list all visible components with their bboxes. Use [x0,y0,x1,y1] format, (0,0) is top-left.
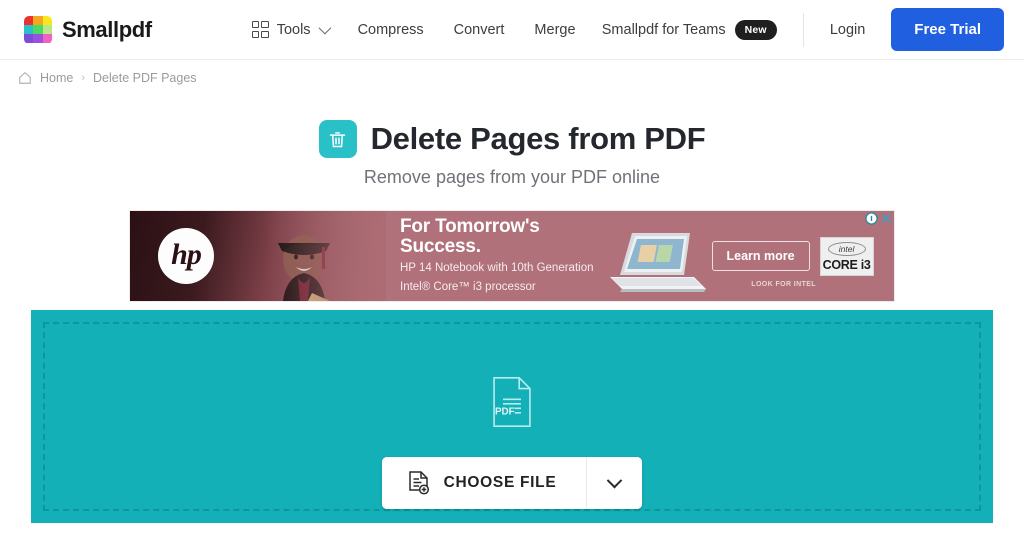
ad-body-line1: HP 14 Notebook with 10th Generation [400,261,594,274]
hero-section: Delete Pages from PDF Remove pages from … [0,120,1024,188]
trash-can-icon [318,120,357,158]
choose-file-group: CHOOSE FILE [381,457,643,509]
nav-item-tools[interactable]: Tools [251,21,331,38]
choose-file-dropdown-button[interactable] [586,457,643,509]
ad-headline-line2: Success. [400,235,481,257]
home-icon [19,71,31,84]
header-divider [802,12,804,47]
close-icon[interactable] [880,212,893,225]
ad-look-for-intel-text: LOOK FOR INTEL [751,281,816,288]
intel-chip-badge: intel CORE i3 [819,236,874,276]
ad-body-line2: Intel® Core™ i3 processor [400,280,536,293]
hp-logo-text: hp [171,237,202,271]
ad-body: For Tomorrow's Success. HP 14 Notebook w… [386,211,894,301]
free-trial-button[interactable]: Free Trial [891,8,1004,51]
choose-file-label: CHOOSE FILE [443,474,557,491]
brand-logo-link[interactable]: Smallpdf [24,15,152,44]
ad-copy: For Tomorrow's Success. HP 14 Notebook w… [386,215,594,295]
breadcrumb-home[interactable]: Home [40,71,73,85]
nav-item-convert[interactable]: Convert [454,22,505,38]
site-header: Smallpdf Tools Compress Convert Merge Sm… [0,0,1024,60]
file-dropzone-inner: PDF CHOOSE FILE [43,322,981,511]
nav-item-merge[interactable]: Merge [534,22,575,38]
grid-icon [251,21,269,38]
svg-text:PDF: PDF [495,407,515,418]
file-dropzone[interactable]: PDF CHOOSE FILE [31,310,993,523]
breadcrumb-separator: › [81,72,86,84]
ad-controls [865,212,893,225]
pdf-file-icon: PDF [493,376,531,428]
intel-brand-label: intel [827,241,866,256]
brand-name: Smallpdf [62,16,152,42]
login-link[interactable]: Login [830,22,865,38]
intel-model-label: CORE i3 [822,257,871,272]
ad-headline-line1: For Tomorrow's [400,215,540,237]
add-document-icon [408,471,429,495]
teams-label: Smallpdf for Teams [601,21,726,38]
ad-photo-gradient [266,211,386,301]
primary-nav: Tools Compress Convert Merge [251,21,576,38]
ad-photo: hp [130,211,386,301]
ad-learn-more-button[interactable]: Learn more [711,241,810,271]
chevron-down-icon [318,21,331,35]
advertisement-banner[interactable]: hp For Tomorrow's Success. HP 14 Noteboo… [129,210,895,302]
nav-item-smallpdf-for-teams[interactable]: Smallpdf for Teams New [601,19,777,40]
hero-title-row: Delete Pages from PDF [0,120,1024,158]
breadcrumb: Home › Delete PDF Pages [0,60,1024,96]
nav-item-tools-label: Tools [276,21,311,38]
adchoices-info-icon[interactable] [865,212,878,225]
page-title: Delete Pages from PDF [370,121,706,156]
choose-file-button[interactable]: CHOOSE FILE [381,457,587,509]
nav-item-compress[interactable]: Compress [358,22,424,38]
page-subtitle: Remove pages from your PDF online [363,167,661,187]
breadcrumb-current: Delete PDF Pages [93,71,197,85]
smallpdf-logo-grid-icon [24,15,52,44]
hp-logo-icon: hp [158,228,214,284]
chevron-down-icon [607,472,623,488]
header-right-group: Smallpdf for Teams New Login Free Trial [602,0,1024,59]
status-badge-new: New [734,19,777,40]
laptop-image [609,233,706,292]
